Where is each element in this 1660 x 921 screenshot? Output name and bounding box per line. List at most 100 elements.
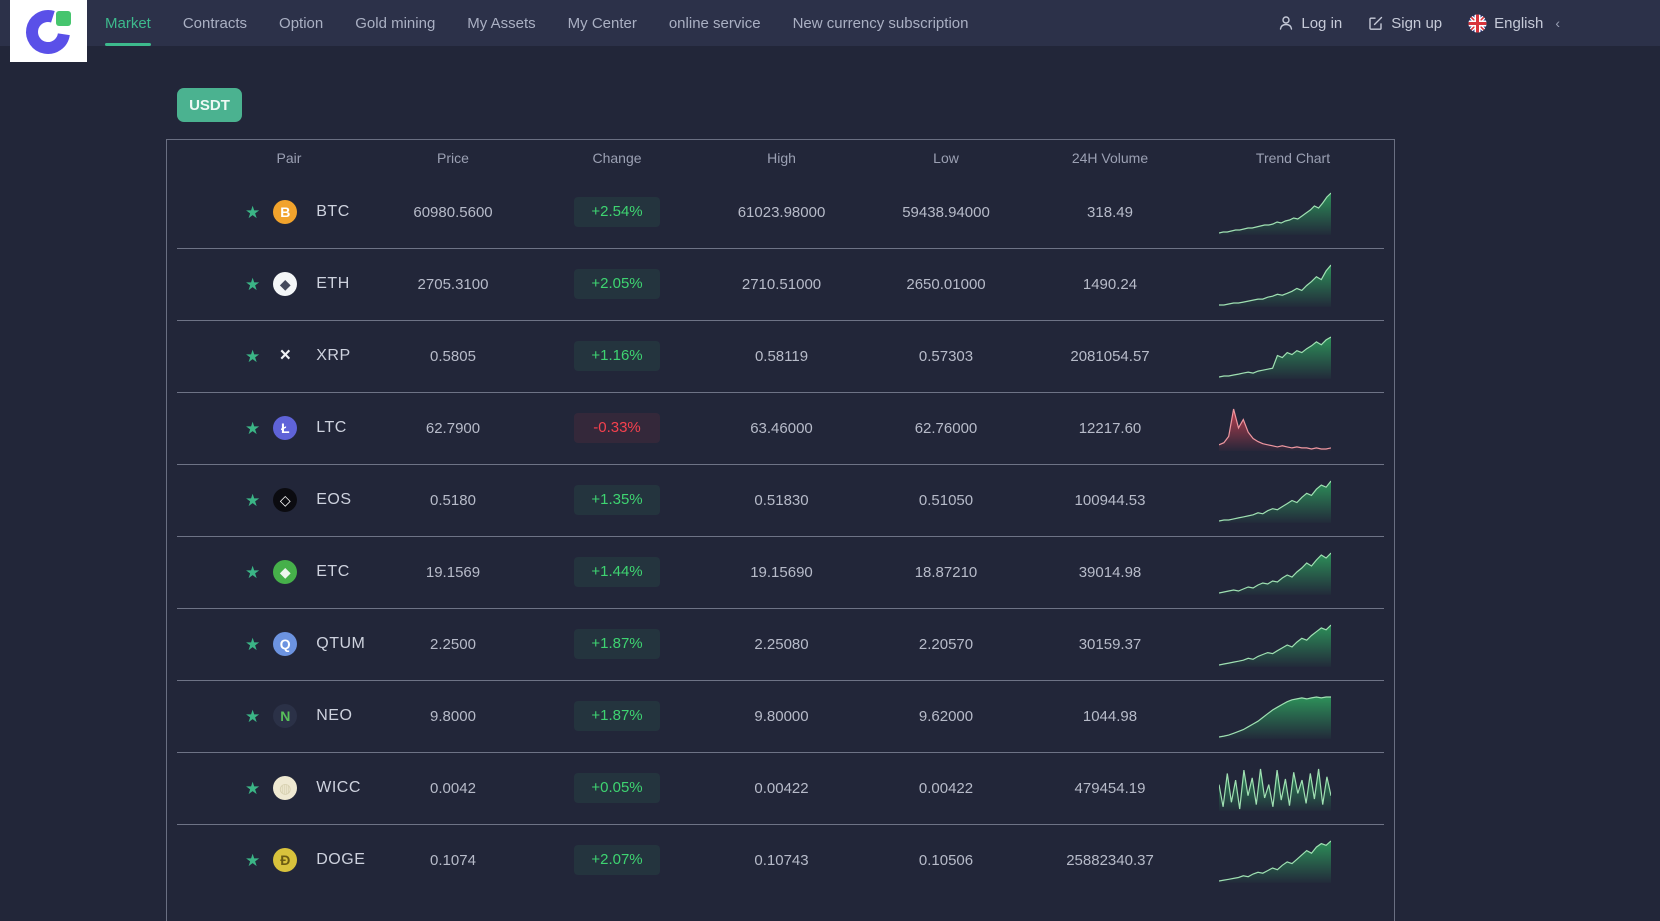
brand-logo[interactable] [10,0,87,62]
price-cell: 0.0042 [430,779,476,797]
low-cell: 59438.94000 [902,203,990,221]
change-cell: +2.05% [535,269,699,299]
trend-chart-cell [1192,333,1394,379]
trend-sparkline [1219,768,1331,811]
change-cell: +0.05% [535,773,699,803]
top-navbar: Market Contracts Option Gold mining My Asset… [0,0,1660,62]
table-row-etc[interactable]: ★ ◆ ETC 19.1569 +1.44% 19.15690 18.87210 39014.… [167,536,1394,608]
low-cell: 62.76000 [914,419,978,437]
login-button[interactable]: Log in [1278,15,1342,32]
volume-cell: 12217.60 [1078,419,1142,437]
row-divider [177,464,1384,465]
volume-cell: 25882340.37 [1066,851,1154,869]
change-badge: +1.35% [574,485,660,515]
column-header-price: Price [437,150,469,166]
table-row-neo[interactable]: ★ N NEO 9.8000 +1.87% 9.80000 9.62000 1044.98 [167,680,1394,752]
nav-item-contracts[interactable]: Contracts [183,0,247,46]
user-icon [1280,16,1293,30]
change-cell: +1.87% [535,701,699,731]
change-badge: +2.54% [574,197,660,227]
language-caret-icon[interactable]: ‹ [1555,15,1560,31]
volume-cell: 2081054.57 [1070,347,1150,365]
table-row-btc[interactable]: ★ B BTC 60980.5600 +2.54% 61023.98000 59438.94… [167,176,1394,248]
table-row-doge[interactable]: ★ Ð DOGE 0.1074 +2.07% 0.10743 0.10506 25882340… [167,824,1394,896]
pair-symbol: LTC [316,419,347,436]
pair-symbol: EOS [316,491,352,508]
price-cell: 9.8000 [430,707,476,725]
change-badge: +1.16% [574,341,660,371]
column-header-24h-volume: 24H Volume [1071,150,1149,166]
table-row-eos[interactable]: ★ ◇ EOS 0.5180 +1.35% 0.51830 0.51050 100944.53 [167,464,1394,536]
nav-item-gold-mining[interactable]: Gold mining [355,0,435,46]
coin-icon-etc: ◆ [273,560,298,584]
pair-symbol: XRP [316,347,351,364]
logo-icon [25,10,71,54]
table-header-row: Pair Price Change High Low 24H Volume Trend Ch… [167,140,1394,176]
favorite-star-icon[interactable]: ★ [245,348,260,365]
signup-label: Sign up [1391,14,1443,32]
low-cell: 0.00422 [918,779,974,797]
trend-chart-cell [1192,405,1394,451]
favorite-star-icon[interactable]: ★ [245,852,260,869]
trend-sparkline [1219,192,1331,235]
low-cell: 0.57303 [918,347,974,365]
nav-item-market[interactable]: Market [105,0,151,46]
favorite-star-icon[interactable]: ★ [245,636,260,653]
favorite-star-icon[interactable]: ★ [245,492,260,509]
price-cell: 0.1074 [430,851,476,869]
price-cell: 62.7900 [425,419,481,437]
pair-symbol: ETC [316,563,350,580]
trend-chart-cell [1192,549,1394,595]
favorite-star-icon[interactable]: ★ [245,204,260,221]
coin-icon-xrp: × [279,345,291,366]
nav-item-online-service[interactable]: online service [669,0,761,46]
volume-cell: 30159.37 [1078,635,1142,653]
signup-button[interactable]: Sign up [1368,15,1442,32]
column-header-pair: Pair [276,150,302,166]
low-cell: 18.87210 [914,563,978,581]
language-selector[interactable]: English [1468,14,1543,33]
high-cell: 61023.98000 [737,203,826,221]
pair-cell: ★ ◆ ETH [167,272,371,296]
price-cell: 0.5180 [430,491,476,509]
pair-symbol: NEO [316,707,353,724]
row-divider [177,248,1384,249]
favorite-star-icon[interactable]: ★ [245,564,260,581]
trend-sparkline [1219,840,1331,883]
price-cell: 2.2500 [430,635,476,653]
coin-icon-wicc: ◍ [273,776,298,800]
favorite-star-icon[interactable]: ★ [245,420,260,437]
favorite-star-icon[interactable]: ★ [245,276,260,293]
volume-cell: 1490.24 [1082,275,1138,293]
table-row-xrp[interactable]: ★ × XRP 0.5805 +1.16% 0.58119 0.57303 2081054.5… [167,320,1394,392]
row-divider [177,824,1384,825]
usdt-filter-tab[interactable]: USDT [177,88,242,122]
nav-item-my-assets[interactable]: My Assets [467,0,535,46]
table-row-ltc[interactable]: ★ Ł LTC 62.7900 -0.33% 63.46000 62.76000 12217.… [167,392,1394,464]
login-label: Log in [1301,14,1343,32]
change-cell: +1.87% [535,629,699,659]
favorite-star-icon[interactable]: ★ [245,780,260,797]
change-cell: +1.44% [535,557,699,587]
table-row-wicc[interactable]: ★ ◍ WICC 0.0042 +0.05% 0.00422 0.00422 479454.1… [167,752,1394,824]
table-row-qtum[interactable]: ★ Q QTUM 2.2500 +1.87% 2.25080 2.20570 30159.37 [167,608,1394,680]
nav-item-my-center[interactable]: My Center [568,0,637,46]
change-badge: +1.44% [574,557,660,587]
high-cell: 0.00422 [754,779,809,797]
change-cell: +1.35% [535,485,699,515]
trend-chart-cell [1192,621,1394,667]
favorite-star-icon[interactable]: ★ [245,708,260,725]
change-badge: +2.05% [574,269,660,299]
nav-item-option[interactable]: Option [279,0,323,46]
row-divider [177,392,1384,393]
price-cell: 19.1569 [425,563,481,581]
change-badge: -0.33% [574,413,660,443]
table-row-eth[interactable]: ★ ◆ ETH 2705.3100 +2.05% 2710.51000 2650.01000… [167,248,1394,320]
pair-symbol: ETH [316,275,350,292]
nav-item-new-currency-subscription[interactable]: New currency subscription [793,0,969,46]
nav-right-group: Log in Sign up English ‹ [1278,0,1560,46]
low-cell: 2650.01000 [906,275,986,293]
pair-cell: ★ Ð DOGE [167,848,371,872]
trend-chart-cell [1192,837,1394,883]
trend-sparkline [1219,624,1331,667]
